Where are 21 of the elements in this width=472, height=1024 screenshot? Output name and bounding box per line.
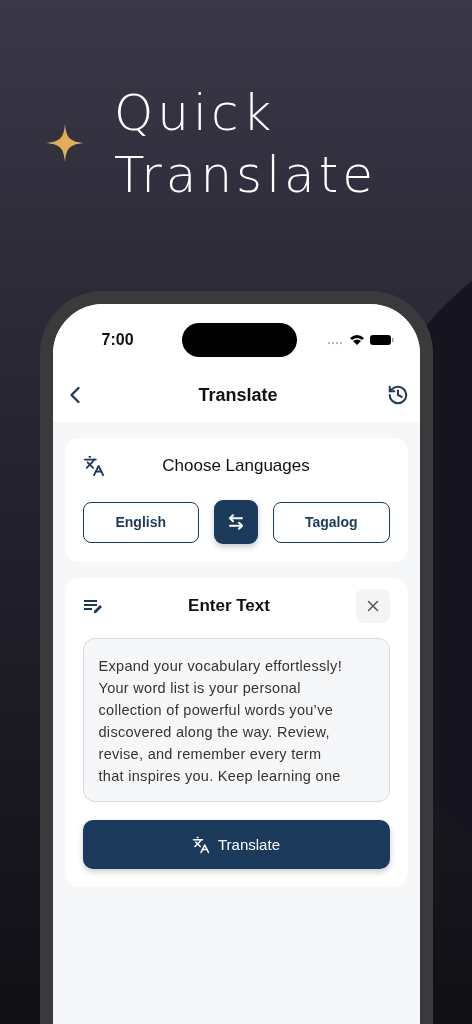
- screen-title: Translate: [198, 384, 278, 406]
- headline: Quick: [114, 83, 277, 144]
- translate-icon: [192, 835, 210, 854]
- swap-icon: [227, 513, 245, 531]
- close-button[interactable]: [355, 589, 390, 623]
- history-button[interactable]: [387, 384, 410, 406]
- target-language-button[interactable]: Tagalog: [273, 501, 390, 543]
- battery-icon: [369, 335, 393, 345]
- headline: Translate: [114, 145, 378, 206]
- wifi-icon: [349, 335, 364, 345]
- edit-text-icon: [82, 598, 103, 614]
- card-title: Enter Text: [188, 596, 270, 616]
- status-time: 7:00: [101, 331, 134, 349]
- translate-icon: [82, 455, 105, 477]
- translate-button[interactable]: Translate: [82, 820, 390, 869]
- history-icon: [387, 384, 410, 406]
- text-input-field[interactable]: Expand your vocabulary effortlessly! Your word list is your personal collection of powerful words you’ve discovered along the way. Review, revise, and remember every term that inspires you. Keep learning one: [82, 638, 390, 802]
- source-language-button[interactable]: English: [82, 501, 199, 543]
- swap-button[interactable]: [214, 500, 258, 544]
- signal-icon: [327, 341, 342, 345]
- card-title: Choose Languages: [162, 456, 310, 476]
